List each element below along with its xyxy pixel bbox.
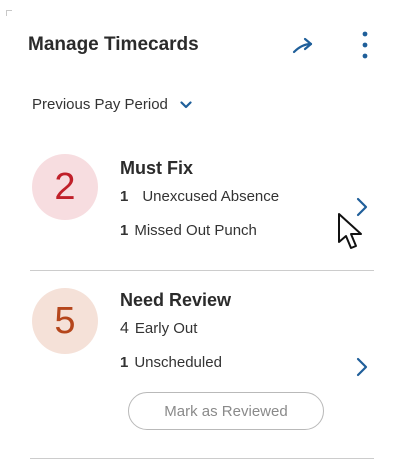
need-review-open-button[interactable] bbox=[352, 354, 372, 380]
chevron-right-icon bbox=[356, 357, 368, 377]
chevron-down-icon bbox=[180, 100, 192, 109]
kebab-menu-icon bbox=[362, 31, 368, 59]
share-arrow-icon bbox=[292, 37, 313, 54]
need-review-count-badge: 5 bbox=[32, 288, 98, 354]
mark-as-reviewed-button[interactable]: Mark as Reviewed bbox=[128, 392, 324, 430]
need-review-card[interactable]: 5 Need Review 4 Early Out 1 Unscheduled … bbox=[30, 272, 374, 458]
exception-label: Early Out bbox=[134, 320, 198, 337]
must-fix-open-button[interactable] bbox=[352, 194, 372, 220]
chevron-right-icon bbox=[356, 197, 368, 217]
exception-label: Missed Out Punch bbox=[134, 222, 257, 239]
exception-row-unexcused-absence: 1 Unexcused Absence bbox=[120, 188, 279, 205]
exception-row-early-out: 4 Early Out bbox=[120, 320, 197, 338]
exception-label: Unexcused Absence bbox=[142, 188, 280, 205]
must-fix-title: Must Fix bbox=[120, 158, 194, 178]
exception-label: Unscheduled bbox=[134, 354, 222, 371]
pay-period-label: Previous Pay Period bbox=[32, 96, 168, 113]
manage-timecards-page: Manage Timecards Previous Pay Period 2 M… bbox=[0, 0, 394, 461]
must-fix-card[interactable]: 2 Must Fix 1 Unexcused Absence 1 Missed … bbox=[30, 142, 374, 270]
card-divider bbox=[30, 270, 374, 271]
corner-mark bbox=[6, 10, 12, 16]
exception-count: 1 bbox=[120, 188, 129, 205]
exception-count: 1 bbox=[120, 222, 129, 239]
need-review-title: Need Review bbox=[120, 290, 232, 310]
exception-count: 4 bbox=[120, 320, 129, 337]
exception-row-unscheduled: 1 Unscheduled bbox=[120, 354, 222, 371]
exception-count: 1 bbox=[120, 354, 129, 371]
exception-row-missed-out-punch: 1 Missed Out Punch bbox=[120, 222, 257, 239]
must-fix-count-badge: 2 bbox=[32, 154, 98, 220]
page-title: Manage Timecards bbox=[28, 34, 199, 55]
card-divider bbox=[30, 458, 374, 459]
more-options-button[interactable] bbox=[350, 30, 380, 60]
header: Manage Timecards bbox=[28, 31, 374, 64]
share-button[interactable] bbox=[288, 30, 318, 60]
pay-period-selector[interactable]: Previous Pay Period bbox=[32, 96, 192, 113]
